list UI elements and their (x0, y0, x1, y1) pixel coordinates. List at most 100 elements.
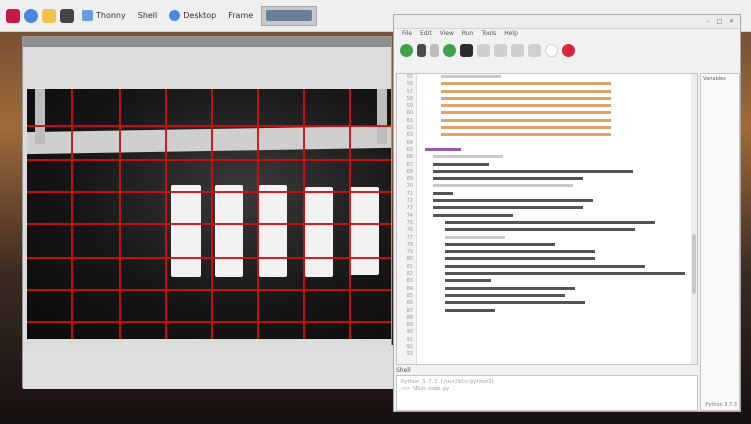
crosswalk-stripe (305, 187, 333, 277)
code-line (421, 227, 697, 234)
circle-icon[interactable] (545, 43, 558, 57)
line-number: 57 (406, 88, 413, 95)
ide-toolbar (394, 39, 740, 61)
stop-icon[interactable] (460, 43, 473, 57)
code-line (421, 278, 697, 285)
code-line (421, 191, 697, 198)
terminal-icon[interactable] (60, 8, 74, 23)
task-desktop[interactable]: Desktop (165, 6, 220, 26)
close-icon[interactable]: ✕ (727, 17, 736, 26)
menu-tools[interactable]: Tools (481, 29, 496, 39)
grid-line (27, 159, 391, 161)
code-line (421, 242, 697, 249)
task-thonny[interactable]: Thonny (78, 6, 130, 26)
menu-file[interactable]: File (402, 29, 412, 39)
task-camera-window[interactable] (261, 5, 318, 26)
code-line (421, 103, 697, 110)
line-number: 72 (406, 198, 413, 205)
line-number: 87 (406, 307, 413, 314)
crosswalk-stripe (215, 185, 243, 277)
line-number: 59 (406, 103, 413, 110)
window-controls: – □ ✕ (703, 17, 736, 26)
line-number: 56 (406, 81, 413, 88)
code-line (421, 249, 697, 256)
task-frame[interactable]: Frame (224, 6, 257, 26)
line-number: 63 (406, 132, 413, 139)
raspberry-menu-icon[interactable] (6, 8, 20, 23)
camera-window-title (23, 37, 391, 47)
maximize-icon[interactable]: □ (715, 17, 724, 26)
code-line (421, 74, 697, 81)
crosswalk-stripe (259, 185, 287, 277)
code-line (421, 256, 697, 263)
line-number: 83 (406, 278, 413, 285)
shell-line: >>> %Run code.py (401, 386, 450, 393)
debug-icon[interactable] (417, 43, 426, 57)
folder-icon[interactable] (42, 8, 56, 23)
line-number: 78 (406, 241, 413, 248)
code-line (421, 198, 697, 205)
task-shell[interactable]: Shell (134, 6, 162, 26)
code-line (421, 162, 697, 169)
task-label: Thonny (96, 11, 126, 20)
line-number: 89 (406, 322, 413, 329)
toolbar-icon[interactable] (528, 43, 541, 57)
task-label: Desktop (183, 11, 217, 20)
thonny-icon (82, 10, 93, 21)
line-number: 68 (406, 168, 413, 175)
editor-scrollbar[interactable] (691, 74, 697, 364)
line-number: 84 (406, 285, 413, 292)
menu-run[interactable]: Run (462, 29, 474, 39)
browser-icon[interactable] (24, 8, 38, 23)
editor-tab[interactable] (394, 61, 740, 71)
step-over-icon[interactable] (430, 43, 439, 57)
step-out-icon[interactable] (494, 43, 507, 57)
run-icon[interactable] (400, 43, 413, 57)
minimize-icon[interactable]: – (703, 17, 712, 26)
line-number: 88 (406, 314, 413, 321)
variables-panel-title: Variables (703, 76, 726, 82)
line-number: 65 (406, 146, 413, 153)
line-number: 82 (406, 271, 413, 278)
line-number: 91 (406, 336, 413, 343)
grid-line (27, 223, 391, 225)
grid-line (27, 191, 391, 193)
camera-frame (27, 89, 391, 339)
crosswalk-stripe (349, 187, 379, 275)
line-number: 90 (406, 329, 413, 336)
code-line (421, 205, 697, 212)
grid-line (27, 289, 391, 291)
line-number: 66 (406, 154, 413, 161)
scrollbar-thumb[interactable] (692, 234, 696, 294)
menu-help[interactable]: Help (504, 29, 518, 39)
stop-sign-icon[interactable] (562, 43, 575, 57)
step-into-icon[interactable] (477, 43, 490, 57)
camera-window-footer (23, 345, 393, 389)
crosswalk-stripe (171, 185, 201, 277)
menu-edit[interactable]: Edit (420, 29, 432, 39)
code-line (421, 118, 697, 125)
globe-icon (169, 10, 181, 21)
line-number: 71 (406, 190, 413, 197)
shell-console[interactable]: Python 3.7.3 (/usr/bin/python3) >>> %Run… (396, 375, 698, 411)
code-line (421, 271, 697, 278)
code-line (421, 213, 697, 220)
code-line (421, 300, 697, 307)
toolbar-icon[interactable] (511, 43, 524, 57)
line-number: 92 (406, 343, 413, 350)
menu-view[interactable]: View (440, 29, 454, 39)
resume-icon[interactable] (443, 43, 456, 57)
code-line (421, 89, 697, 96)
post (35, 89, 45, 144)
line-number: 70 (406, 183, 413, 190)
shell-tab[interactable]: Shell (396, 367, 411, 374)
code-editor[interactable]: 55 56 57 58 59 60 61 62 63 64 65 66 67 6… (396, 73, 698, 365)
code-line (421, 132, 697, 139)
line-number: 85 (406, 292, 413, 299)
code-area[interactable] (421, 74, 697, 364)
python-version: Python 3.7.3 (705, 402, 737, 408)
code-line (421, 183, 697, 190)
code-line (421, 125, 697, 132)
